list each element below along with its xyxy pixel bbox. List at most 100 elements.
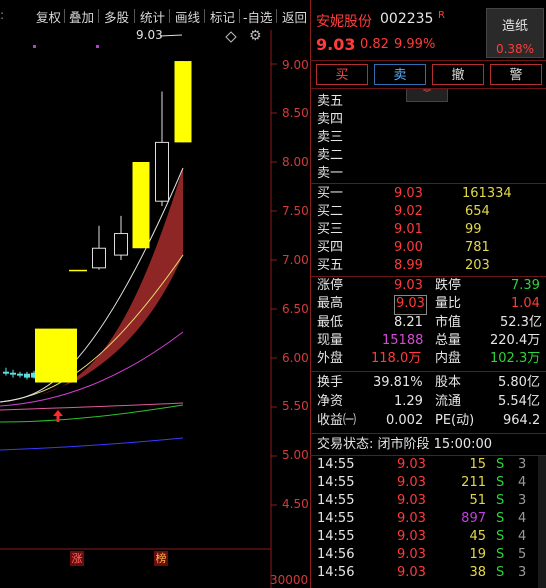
inner-value: 102.3万 — [490, 351, 541, 366]
price-axis-label: 6.50 — [282, 302, 309, 316]
tick-count: 3 — [518, 457, 527, 472]
candle-body — [155, 141, 169, 202]
tick-time: 14:56 — [317, 547, 355, 562]
turnover-label: 换手 — [317, 375, 344, 390]
price-axis-label: 5.00 — [282, 448, 309, 462]
kline-chart[interactable]: ⚙ 9.03 9.00 8.50 8.00 7.50 7.00 6.50 6.0… — [0, 28, 310, 588]
nav-label: 净资 — [317, 394, 344, 409]
divider — [310, 88, 546, 89]
ranking-marker[interactable]: 榜 — [154, 551, 168, 566]
tick-time: 14:55 — [317, 529, 355, 544]
price-change: 0.82 — [360, 37, 389, 52]
toolbar-fuquan-button[interactable]: 复权 — [36, 7, 61, 26]
tick-price: 9.03 — [397, 529, 426, 544]
shares-label: 股本 — [435, 375, 462, 390]
limit-down-value: 7.39 — [511, 278, 540, 293]
candle-body — [24, 373, 30, 378]
trade-status: 交易状态: 闭市阶段 15:00:00 — [317, 437, 493, 452]
tick-count: 3 — [518, 493, 527, 508]
bid-volume: 781 — [465, 240, 490, 255]
price-axis-label: 7.50 — [282, 204, 309, 218]
tick-side: S — [496, 493, 505, 508]
tick-volume: 211 — [461, 475, 486, 490]
cancel-order-button[interactable]: 撤 — [432, 64, 484, 85]
bid-label: 买一 — [317, 186, 344, 201]
nav-value: 1.29 — [394, 394, 423, 409]
toolbar-edge: : — [0, 7, 5, 22]
tick-side: S — [496, 565, 505, 580]
price-axis-label: 4.50 — [282, 497, 309, 511]
gear-icon[interactable]: ⚙ — [249, 28, 262, 44]
low-label: 最低 — [317, 315, 344, 330]
bid-label: 买四 — [317, 240, 344, 255]
outer-label: 外盘 — [317, 351, 344, 366]
shares-value: 5.80亿 — [498, 375, 540, 390]
bid-volume: 654 — [465, 204, 490, 219]
stock-name: 安妮股份 — [316, 14, 372, 30]
bid-price: 9.03 — [394, 186, 423, 201]
sell-button[interactable]: 卖 — [374, 64, 426, 85]
tick-price: 9.03 — [397, 511, 426, 526]
bid-label: 买三 — [317, 222, 344, 237]
tick-count: 4 — [518, 475, 527, 490]
toolbar-divider — [169, 9, 170, 23]
price-change-pct: 9.99% — [394, 37, 436, 52]
toolbar-multistock-button[interactable]: 多股 — [104, 7, 129, 26]
pe-label: PE(动) — [435, 413, 475, 428]
tick-price: 9.03 — [397, 493, 426, 508]
candle-body — [174, 61, 192, 143]
tick-volume: 897 — [461, 511, 486, 526]
ask-label: 卖二 — [317, 148, 344, 163]
tick-volume: 15 — [469, 457, 486, 472]
price-axis-label: 5.50 — [282, 399, 309, 413]
bid-price: 9.01 — [394, 222, 423, 237]
signal-dot — [33, 45, 36, 48]
vol-ratio-label: 量比 — [435, 296, 462, 311]
tick-price: 9.03 — [397, 457, 426, 472]
toolbar-stats-button[interactable]: 统计 — [140, 7, 165, 26]
tick-time: 14:55 — [317, 511, 355, 526]
tick-price: 9.03 — [397, 565, 426, 580]
tick-scrollbar[interactable] — [538, 456, 546, 588]
divider — [310, 183, 546, 184]
ma-line-green — [0, 404, 184, 423]
signal-dot — [96, 45, 99, 48]
tick-side: S — [496, 475, 505, 490]
candle-body — [10, 372, 16, 375]
toolbar-mark-button[interactable]: 标记 — [210, 7, 235, 26]
limit-up-marker[interactable]: 涨 — [70, 551, 84, 566]
toolbar-divider — [239, 9, 240, 23]
toolbar-draw-button[interactable]: 画线 — [175, 7, 200, 26]
buy-button[interactable]: 买 — [316, 64, 368, 85]
bid-label: 买二 — [317, 204, 344, 219]
sector-pct: 0.38% — [495, 42, 535, 56]
tick-time: 14:55 — [317, 493, 355, 508]
candle-body — [3, 371, 9, 374]
ask-label: 卖五 — [317, 94, 344, 109]
toolbar-divider — [276, 9, 277, 23]
tick-count: 4 — [518, 529, 527, 544]
limit-up-value: 9.03 — [394, 278, 423, 293]
high-label: 最高 — [317, 296, 344, 311]
toolbar-watchlist-button[interactable]: -自选 — [243, 7, 273, 26]
limit-down-label: 跌停 — [435, 278, 462, 293]
now-vol-value: 15188 — [382, 333, 424, 348]
toolbar-divider — [204, 9, 205, 23]
candle-body — [114, 233, 128, 256]
candle-body — [132, 162, 150, 249]
candle-body — [35, 328, 77, 383]
tick-count: 3 — [518, 565, 527, 580]
sector-box[interactable]: 造纸 0.38% — [486, 8, 544, 58]
price-axis-label: 8.50 — [282, 106, 309, 120]
alert-button[interactable]: 警 — [490, 64, 542, 85]
mktcap-value: 52.3亿 — [500, 315, 542, 330]
tick-price: 9.03 — [397, 547, 426, 562]
tick-side: S — [496, 457, 505, 472]
quote-panel: 安妮股份 002235 R 9.03 0.82 9.99% 造纸 0.38% 买… — [310, 0, 546, 588]
low-value: 8.21 — [394, 315, 423, 330]
stock-badge: R — [438, 10, 445, 21]
toolbar-overlay-button[interactable]: 叠加 — [69, 7, 94, 26]
bid-price: 9.00 — [394, 240, 423, 255]
toolbar-back-button[interactable]: 返回 — [282, 7, 307, 26]
collapse-chevron-icon[interactable]: ︾ — [406, 89, 448, 102]
